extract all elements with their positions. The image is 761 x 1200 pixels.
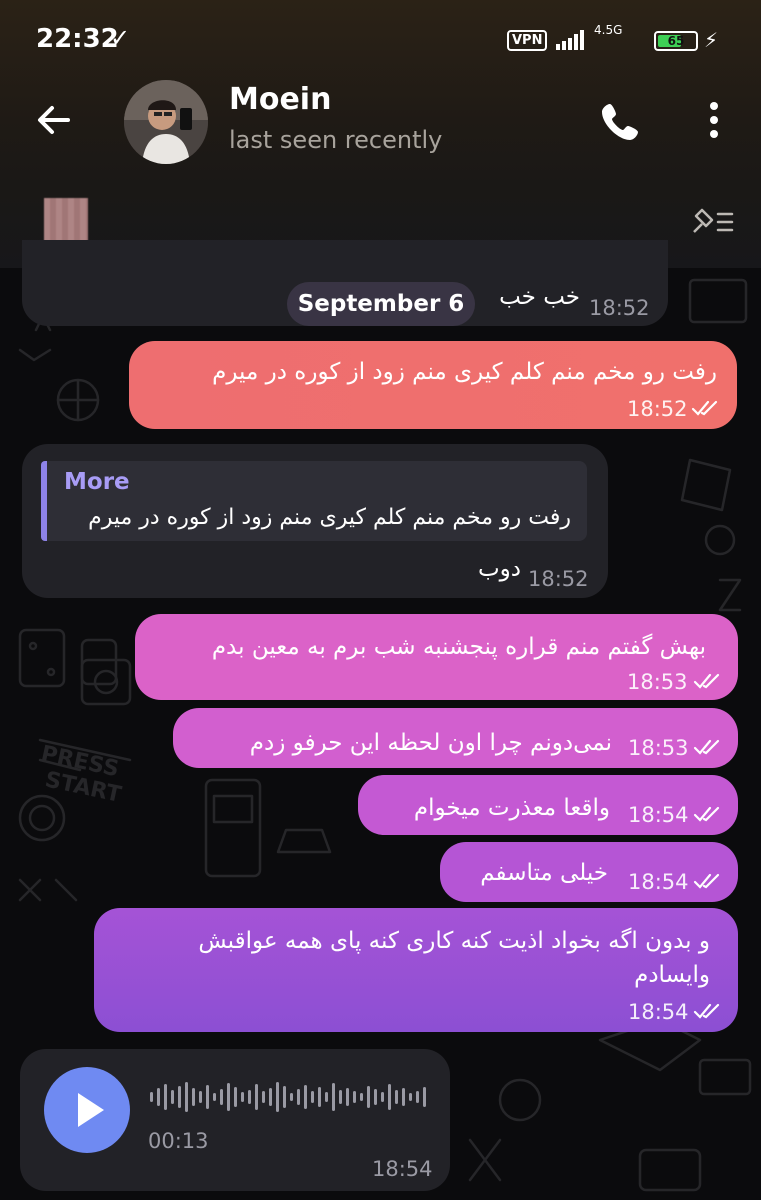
status-bar: 22:32 ✓ VPN 4.5G 65 ⚡: [0, 0, 761, 80]
waveform-bar: [255, 1084, 258, 1110]
reply-accent-bar: [41, 461, 47, 541]
waveform-bar: [283, 1086, 286, 1108]
network-type: 4.5G: [594, 23, 623, 37]
back-button[interactable]: [30, 96, 78, 144]
read-ticks-icon: [691, 400, 718, 416]
message-time: 18:53: [627, 670, 688, 694]
battery-icon: 65: [654, 31, 698, 51]
status-time: 22:32: [36, 24, 119, 54]
waveform-bar: [157, 1088, 160, 1106]
signal-icon: [556, 30, 584, 50]
message-time: 18:54: [372, 1157, 433, 1181]
waveform-bar: [185, 1082, 188, 1112]
avatar-photo: [124, 80, 208, 164]
waveform-bar: [360, 1093, 363, 1101]
waveform-bar: [262, 1091, 265, 1103]
waveform-bar: [199, 1091, 202, 1103]
waveform-bar: [339, 1090, 342, 1104]
message-bubble-outgoing[interactable]: خیلی متاسفم 18:54: [440, 842, 738, 902]
reply-quote[interactable]: More رفت رو مخم منم کلم کیری منم زود از …: [41, 461, 587, 541]
waveform-bar: [402, 1088, 405, 1106]
waveform-bar: [346, 1088, 349, 1106]
read-ticks-icon: [693, 1003, 720, 1019]
message-time: 18:52: [627, 397, 688, 421]
waveform-bar: [276, 1082, 279, 1112]
message-text: رفت رو مخم منم کلم کیری منم زود از کوره …: [212, 359, 717, 385]
message-text: واقعا معذرت میخوام: [413, 795, 610, 821]
waveform-bar: [241, 1092, 244, 1102]
read-ticks-icon: [693, 739, 720, 755]
message-text: خب خب: [499, 284, 580, 310]
read-ticks-icon: [693, 806, 720, 822]
waveform-bar: [206, 1085, 209, 1109]
waveform-bar: [164, 1084, 167, 1110]
waveform-bar: [381, 1092, 384, 1102]
message-time: 18:54: [628, 1000, 689, 1024]
voice-duration: 00:13: [148, 1129, 209, 1153]
voice-waveform[interactable]: [150, 1080, 430, 1114]
phone-icon[interactable]: [596, 96, 646, 146]
waveform-bar: [416, 1091, 419, 1103]
contact-name[interactable]: Moein: [229, 82, 331, 117]
waveform-bar: [150, 1092, 153, 1102]
message-bubble-outgoing[interactable]: بهش گفتم منم قراره پنجشنبه شب برم به معی…: [135, 614, 738, 700]
message-text: نمی‌دونم چرا اون لحظه این حرفو زدم: [249, 730, 612, 756]
battery-level: 65: [667, 34, 685, 48]
waveform-bar: [423, 1087, 426, 1107]
avatar[interactable]: [124, 80, 208, 164]
waveform-bar: [388, 1084, 391, 1110]
waveform-bar: [227, 1083, 230, 1111]
waveform-bar: [213, 1093, 216, 1101]
message-text-line2: وایسادم: [634, 962, 710, 988]
waveform-bar: [171, 1090, 174, 1104]
notification-tick-icon: ✓: [110, 24, 131, 52]
play-button[interactable]: [44, 1067, 130, 1153]
waveform-bar: [332, 1083, 335, 1111]
waveform-bar: [220, 1089, 223, 1105]
message-time: 18:54: [628, 803, 689, 827]
waveform-bar: [374, 1089, 377, 1105]
waveform-bar: [304, 1085, 307, 1109]
more-vertical-icon[interactable]: [696, 96, 732, 146]
date-separator: September 6: [287, 282, 475, 326]
message-text: خیلی متاسفم: [480, 860, 608, 886]
waveform-bar: [269, 1088, 272, 1106]
waveform-bar: [311, 1091, 314, 1103]
play-icon: [78, 1093, 104, 1127]
message-bubble-outgoing[interactable]: واقعا معذرت میخوام 18:54: [358, 775, 738, 835]
waveform-bar: [297, 1089, 300, 1105]
contact-status: last seen recently: [229, 126, 443, 154]
waveform-bar: [248, 1090, 251, 1104]
waveform-bar: [234, 1087, 237, 1107]
reply-text: رفت رو مخم منم کلم کیری منم زود از کوره …: [88, 505, 571, 530]
pinned-list-icon[interactable]: [688, 204, 736, 240]
charging-icon: ⚡: [704, 28, 719, 52]
reply-author: More: [64, 469, 130, 495]
waveform-bar: [192, 1088, 195, 1106]
waveform-bar: [178, 1086, 181, 1108]
message-text: بهش گفتم منم قراره پنجشنبه شب برم به معی…: [211, 634, 706, 660]
message-bubble-outgoing[interactable]: و بدون اگه بخواد اذیت کنه کاری کنه پای ه…: [94, 908, 738, 1032]
waveform-bar: [325, 1092, 328, 1102]
read-ticks-icon: [693, 873, 720, 889]
waveform-bar: [409, 1093, 412, 1101]
message-bubble-outgoing[interactable]: نمی‌دونم چرا اون لحظه این حرفو زدم 18:53: [173, 708, 738, 768]
waveform-bar: [395, 1090, 398, 1104]
message-time: 18:53: [628, 736, 689, 760]
read-ticks-icon: [693, 673, 720, 689]
waveform-bar: [290, 1093, 293, 1101]
waveform-bar: [318, 1087, 321, 1107]
message-time: 18:52: [589, 296, 650, 320]
message-time: 18:52: [528, 567, 589, 591]
waveform-bar: [367, 1086, 370, 1108]
pinned-thumbnail: [44, 198, 88, 242]
message-text: دوب: [477, 556, 521, 582]
message-text-line1: و بدون اگه بخواد اذیت کنه کاری کنه پای ه…: [198, 928, 710, 954]
message-bubble-outgoing[interactable]: رفت رو مخم منم کلم کیری منم زود از کوره …: [129, 341, 737, 429]
vpn-badge: VPN: [507, 30, 548, 51]
message-time: 18:54: [628, 870, 689, 894]
waveform-bar: [353, 1091, 356, 1103]
